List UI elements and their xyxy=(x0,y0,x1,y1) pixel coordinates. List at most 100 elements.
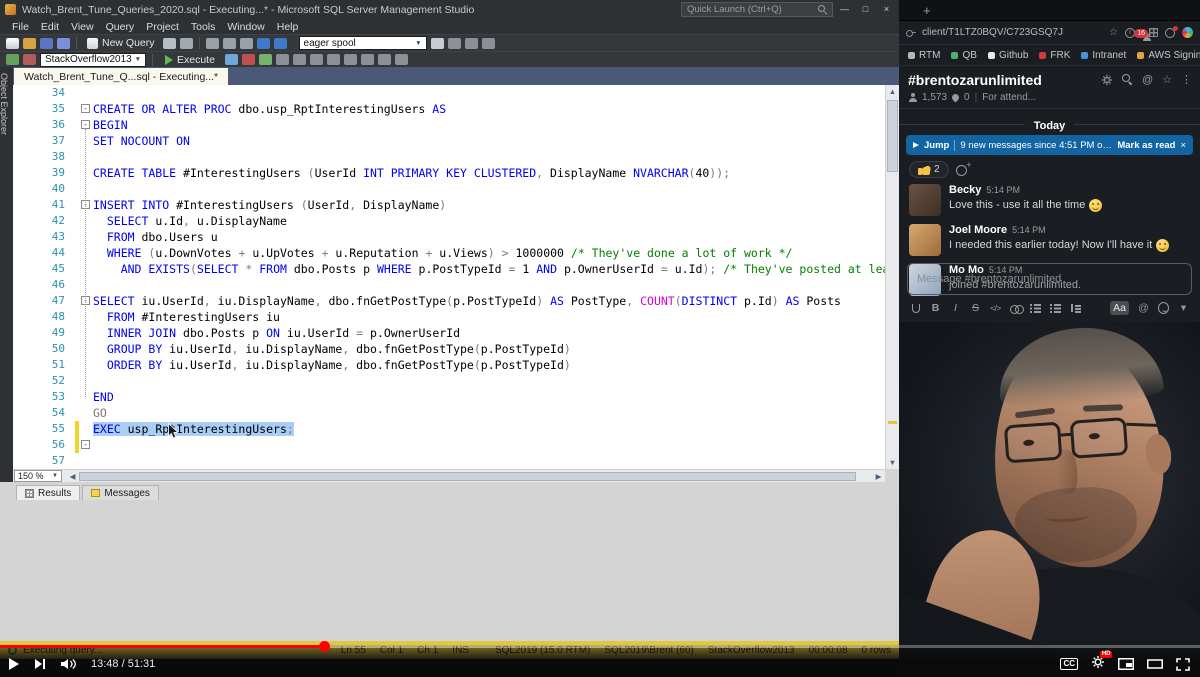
cancel-icon[interactable] xyxy=(241,54,255,65)
search-icon[interactable] xyxy=(1121,74,1133,85)
database-combobox[interactable]: StackOverflow2013 ▼ xyxy=(40,52,146,67)
slack-logo-icon[interactable] xyxy=(1182,27,1193,38)
attach-icon[interactable] xyxy=(910,301,921,315)
dropdown-icon[interactable]: ▼ xyxy=(135,56,141,63)
bookmark-rtm[interactable]: RTM xyxy=(908,50,940,61)
video-progress-bar[interactable] xyxy=(0,641,1200,652)
add-reaction-button[interactable] xyxy=(955,160,974,176)
vscroll-thumb[interactable] xyxy=(887,100,898,172)
minimize-button[interactable]: — xyxy=(834,0,855,18)
zoom-select[interactable]: 150 % ▼ xyxy=(14,470,62,482)
code-line-57[interactable]: 57 xyxy=(13,453,885,469)
bullet-list-button[interactable] xyxy=(1050,301,1062,315)
fold-collapse-box[interactable]: - xyxy=(81,104,90,113)
execute-button[interactable]: Execute xyxy=(159,54,221,66)
volume-button[interactable] xyxy=(60,658,77,670)
hscroll-thumb[interactable] xyxy=(79,471,857,481)
bold-button[interactable]: B xyxy=(930,301,941,315)
code-line-44[interactable]: 44 WHERE (u.DownVotes + u.UpVotes + u.Re… xyxy=(13,245,885,261)
close-button[interactable]: × xyxy=(876,0,897,18)
connect-icon[interactable] xyxy=(6,54,19,65)
captions-button[interactable]: CC xyxy=(1060,658,1078,670)
progress-scrubber[interactable] xyxy=(319,641,330,652)
maximize-button[interactable]: □ xyxy=(855,0,876,18)
code-line-48[interactable]: 48 FROM #InterestingUsers iu xyxy=(13,309,885,325)
menu-query[interactable]: Query xyxy=(100,21,141,33)
code-line-50[interactable]: 50 GROUP BY iu.UserId, iu.DisplayName, d… xyxy=(13,341,885,357)
mentions-at-icon[interactable]: @ xyxy=(1142,74,1153,86)
kebab-menu-icon[interactable]: ⋮ xyxy=(1181,73,1192,86)
indent-icon[interactable] xyxy=(377,54,391,65)
uncomment-icon[interactable] xyxy=(360,54,374,65)
next-button[interactable] xyxy=(34,658,46,670)
redo-icon[interactable] xyxy=(273,37,287,49)
find-icon[interactable] xyxy=(430,37,444,49)
channel-topic[interactable]: For attend... xyxy=(982,92,1036,103)
member-count[interactable]: 1,573 xyxy=(922,92,947,103)
tab-results[interactable]: Results xyxy=(16,485,81,500)
scroll-right-arrow[interactable]: ▶ xyxy=(872,472,885,481)
code-editor[interactable]: 34 35- CREATE OR ALTER PROC dbo.usp_RptInt… xyxy=(13,85,885,469)
title-bar[interactable]: Watch_Brent_Tune_Queries_2020.sql - Exec… xyxy=(0,0,899,19)
bookmark-aws-signin[interactable]: AWS Signin xyxy=(1137,50,1200,61)
pin-count[interactable]: 0 xyxy=(964,92,970,103)
save-all-icon[interactable] xyxy=(57,37,70,49)
fold-margin[interactable]: - xyxy=(79,293,93,309)
code-line-52[interactable]: 52 xyxy=(13,373,885,389)
fullscreen-button[interactable] xyxy=(1176,657,1190,671)
chevron-down-icon[interactable]: ▾ xyxy=(1178,301,1189,315)
code-line-51[interactable]: 51 ORDER BY iu.UserId, iu.DisplayName, d… xyxy=(13,357,885,373)
code-line-35[interactable]: 35 - CREATE OR ALTER PROC dbo.usp_RptInter… xyxy=(13,101,885,117)
menu-help[interactable]: Help xyxy=(271,21,305,33)
date-divider[interactable]: Today xyxy=(899,116,1200,132)
ordered-list-button[interactable] xyxy=(1030,301,1042,315)
menu-file[interactable]: File xyxy=(6,21,35,33)
new-query-button[interactable]: New Query xyxy=(83,37,159,49)
code-line-54[interactable]: 54 GO xyxy=(13,405,885,421)
vertical-scrollbar[interactable]: ▲ ▼ xyxy=(885,85,899,469)
undo-icon[interactable] xyxy=(256,37,270,49)
code-button[interactable]: </> xyxy=(990,301,1001,315)
jump-label[interactable]: Jump xyxy=(924,140,949,151)
theater-mode-button[interactable] xyxy=(1147,658,1163,670)
properties-icon[interactable] xyxy=(464,37,478,49)
menu-tools[interactable]: Tools xyxy=(185,21,222,33)
unread-banner[interactable]: Jump 9 new messages since 4:51 PM on Jan… xyxy=(906,135,1193,155)
workspace-path[interactable]: client/T1LTZ0BQV/C723GSQ7J xyxy=(922,27,1103,38)
menu-window[interactable]: Window xyxy=(221,21,270,33)
hscroll-track[interactable] xyxy=(79,471,872,482)
menu-view[interactable]: View xyxy=(65,21,100,33)
bookmark-qb[interactable]: QB xyxy=(951,50,977,61)
code-line-40[interactable]: 40 xyxy=(13,181,885,197)
fold-margin[interactable]: - xyxy=(79,437,93,453)
star-icon[interactable]: ☆ xyxy=(1162,73,1172,86)
scroll-down-arrow[interactable]: ▼ xyxy=(886,456,899,469)
outdent-icon[interactable] xyxy=(394,54,408,65)
quick-launch-input[interactable]: Quick Launch (Ctrl+Q) xyxy=(681,2,833,17)
miniplayer-button[interactable] xyxy=(1118,658,1134,670)
find-combobox[interactable]: eager spool ▼ xyxy=(298,36,427,50)
bookmark-intranet[interactable]: Intranet xyxy=(1081,50,1126,61)
link-button[interactable] xyxy=(1010,301,1025,315)
open-file-icon[interactable] xyxy=(23,37,36,49)
italic-button[interactable]: I xyxy=(950,301,961,315)
new-tab-button[interactable]: + xyxy=(923,3,931,18)
change-connection-icon[interactable] xyxy=(23,54,36,65)
message-input[interactable]: Message #brentozarunlimited xyxy=(907,263,1192,295)
horizontal-scrollbar[interactable]: 150 % ▼ ◀ ▶ xyxy=(13,469,885,482)
menu-edit[interactable]: Edit xyxy=(35,21,65,33)
code-line-43[interactable]: 43 FROM dbo.Users u xyxy=(13,229,885,245)
fold-margin[interactable]: - xyxy=(79,117,93,133)
code-line-34[interactable]: 34 xyxy=(13,85,885,101)
results-text-icon[interactable] xyxy=(326,54,340,65)
scroll-up-arrow[interactable]: ▲ xyxy=(886,85,899,98)
message-author[interactable]: Becky xyxy=(949,184,981,196)
copy-icon[interactable] xyxy=(222,37,236,49)
options-icon[interactable] xyxy=(447,37,461,49)
dropdown-icon[interactable]: ▼ xyxy=(52,473,58,479)
scroll-left-arrow[interactable]: ◀ xyxy=(66,472,79,481)
avatar[interactable] xyxy=(909,224,941,256)
apps-grid-icon[interactable] xyxy=(1149,28,1158,37)
bookmark-frk[interactable]: FRK xyxy=(1039,50,1070,61)
message-author[interactable]: Joel Moore xyxy=(949,224,1007,236)
